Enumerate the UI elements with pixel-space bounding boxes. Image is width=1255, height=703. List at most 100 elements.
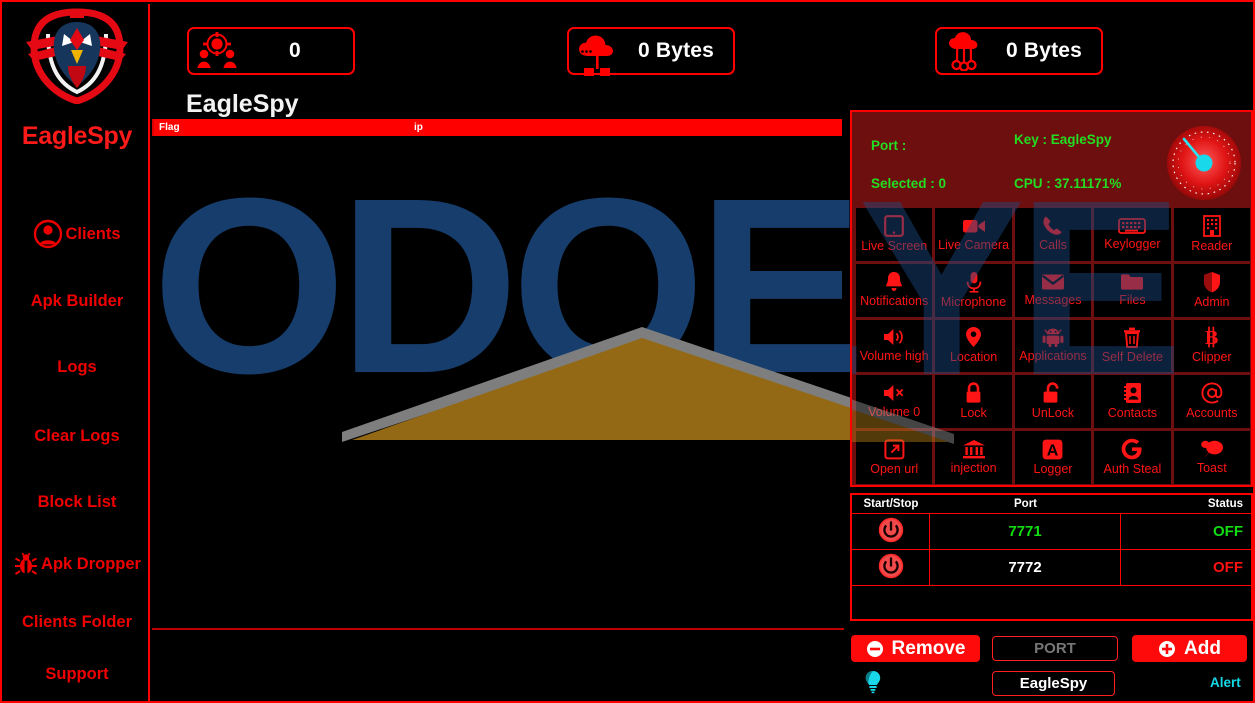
- column-header-start-stop: Start/Stop: [863, 498, 919, 510]
- command-label: UnLock: [1031, 406, 1075, 421]
- command-open-url[interactable]: Open url: [856, 431, 933, 484]
- command-microphone[interactable]: Microphone: [935, 263, 1012, 317]
- port-input[interactable]: PORT: [992, 636, 1118, 661]
- sidebar-item-logs[interactable]: Logs: [4, 350, 150, 384]
- add-button[interactable]: Add: [1132, 635, 1247, 662]
- microphone-icon: [965, 271, 983, 293]
- command-label: Auth Steal: [1103, 462, 1162, 477]
- sidebar-item-clients-folder[interactable]: Clients Folder: [4, 605, 150, 639]
- command-live-screen[interactable]: Live Screen: [856, 208, 933, 261]
- ports-table: Start/Stop Port Status 7771 OFF 7772 OFF: [850, 493, 1253, 621]
- command-label: Lock: [960, 406, 987, 421]
- command-contacts[interactable]: Contacts: [1094, 375, 1171, 429]
- command-label: Volume 0: [868, 405, 921, 420]
- svg-text:A: A: [1047, 442, 1059, 459]
- command-label: Clipper: [1191, 350, 1232, 365]
- command-unlock[interactable]: UnLock: [1014, 375, 1092, 429]
- command-label: Keylogger: [1104, 236, 1161, 251]
- sidebar-item-label: Logs: [57, 357, 97, 376]
- at-sign-icon: [1201, 382, 1223, 404]
- command-label: Volume high: [859, 349, 929, 364]
- command-label: Notifications: [860, 294, 929, 309]
- command-grid: Live Screen Live Camera Calls Keylogger …: [856, 208, 1250, 484]
- add-label: Add: [1184, 637, 1221, 659]
- key-label: Key : EagleSpy: [1014, 132, 1112, 147]
- command-messages[interactable]: Messages: [1014, 263, 1092, 317]
- lock-closed-icon: [964, 382, 983, 404]
- command-notifications[interactable]: Notifications: [856, 263, 933, 317]
- command-admin[interactable]: Admin: [1173, 263, 1250, 317]
- key-input[interactable]: EagleSpy: [992, 671, 1115, 696]
- clients-table-header: Flag ip: [152, 119, 842, 136]
- bell-icon: [884, 271, 904, 292]
- table-row[interactable]: 7772 OFF: [852, 550, 1251, 586]
- clients-table-body[interactable]: [152, 136, 844, 628]
- stat-card-clients[interactable]: 0: [187, 27, 355, 75]
- cloud-upload-icon: [577, 24, 619, 78]
- lightbulb-icon[interactable]: [863, 670, 883, 699]
- clients-table: Flag ip: [152, 119, 844, 630]
- phone-icon: [1042, 215, 1063, 236]
- sidebar-item-clients[interactable]: Clients: [4, 217, 150, 251]
- brand-name: EagleSpy: [21, 122, 133, 150]
- command-keylogger[interactable]: Keylogger: [1094, 208, 1171, 261]
- command-lock[interactable]: Lock: [935, 375, 1012, 429]
- command-label: Files: [1119, 292, 1146, 307]
- command-live-camera[interactable]: Live Camera: [935, 208, 1012, 261]
- volume-high-icon: [882, 327, 906, 347]
- command-clipper[interactable]: B Clipper: [1173, 319, 1250, 373]
- table-row[interactable]: 7771 OFF: [852, 514, 1251, 550]
- column-header-flag: Flag: [159, 122, 180, 133]
- ports-table-header: Start/Stop Port Status: [852, 495, 1251, 514]
- command-label: Self Delete: [1101, 349, 1163, 364]
- sidebar-item-support[interactable]: Support: [4, 657, 150, 691]
- command-logger[interactable]: A Logger: [1014, 431, 1092, 484]
- command-injection[interactable]: injection: [935, 431, 1012, 484]
- sidebar-item-label: Apk Builder: [30, 291, 124, 310]
- lock-open-icon: [1042, 382, 1063, 404]
- command-calls[interactable]: Calls: [1014, 208, 1092, 261]
- shield-icon: [1203, 271, 1221, 293]
- sidebar-item-clear-logs[interactable]: Clear Logs: [4, 419, 150, 453]
- sidebar-item-apk-builder[interactable]: Apk Builder: [4, 284, 150, 318]
- stat-card-upload[interactable]: 0 Bytes: [567, 24, 735, 78]
- command-toast[interactable]: Toast: [1173, 431, 1250, 484]
- command-label: Messages: [1024, 292, 1082, 307]
- command-volume-0[interactable]: Volume 0: [856, 375, 933, 429]
- volume-mute-icon: [882, 383, 906, 403]
- remove-label: Remove: [891, 637, 966, 659]
- command-accounts[interactable]: Accounts: [1173, 375, 1250, 429]
- command-label: Live Camera: [938, 237, 1010, 252]
- command-label: Open url: [870, 461, 919, 476]
- power-toggle[interactable]: [852, 514, 930, 549]
- power-toggle[interactable]: [852, 550, 930, 585]
- bank-icon: [962, 439, 986, 459]
- stat-value: 0 Bytes: [637, 39, 715, 62]
- command-auth-steal[interactable]: Auth Steal: [1094, 431, 1171, 484]
- sidebar-item-block-list[interactable]: Block List: [4, 485, 150, 519]
- command-reader[interactable]: Reader: [1173, 208, 1250, 261]
- alert-link[interactable]: Alert: [1210, 675, 1241, 690]
- command-label: Toast: [1196, 461, 1227, 476]
- command-volume-high[interactable]: Volume high: [856, 319, 933, 373]
- chat-bubble-icon: [1200, 439, 1224, 459]
- android-icon: [1042, 327, 1064, 348]
- command-files[interactable]: Files: [1094, 263, 1171, 317]
- clients-network-icon: [197, 32, 237, 70]
- control-panel: Port : Key : EagleSpy Selected : 0 CPU :…: [850, 110, 1253, 487]
- minus-circle-icon: [866, 640, 884, 658]
- command-label: Admin: [1194, 294, 1230, 309]
- column-header-ip: ip: [414, 122, 423, 133]
- command-location[interactable]: Location: [935, 319, 1012, 373]
- remove-button[interactable]: Remove: [851, 635, 980, 662]
- command-applications[interactable]: Applications: [1014, 319, 1092, 373]
- column-header-port: Port: [1014, 498, 1037, 510]
- external-link-icon: [884, 438, 905, 460]
- sidebar-item-apk-dropper[interactable]: Apk Dropper: [4, 547, 150, 581]
- eaglespy-window: EagleSpy Clients Apk Builder Logs Clear …: [0, 0, 1255, 703]
- sidebar-item-label: Clients: [65, 224, 121, 243]
- command-self-delete[interactable]: Self Delete: [1094, 319, 1171, 373]
- svg-text:B: B: [1205, 327, 1218, 348]
- envelope-icon: [1041, 273, 1065, 291]
- stat-card-download[interactable]: 0 Bytes: [935, 27, 1103, 75]
